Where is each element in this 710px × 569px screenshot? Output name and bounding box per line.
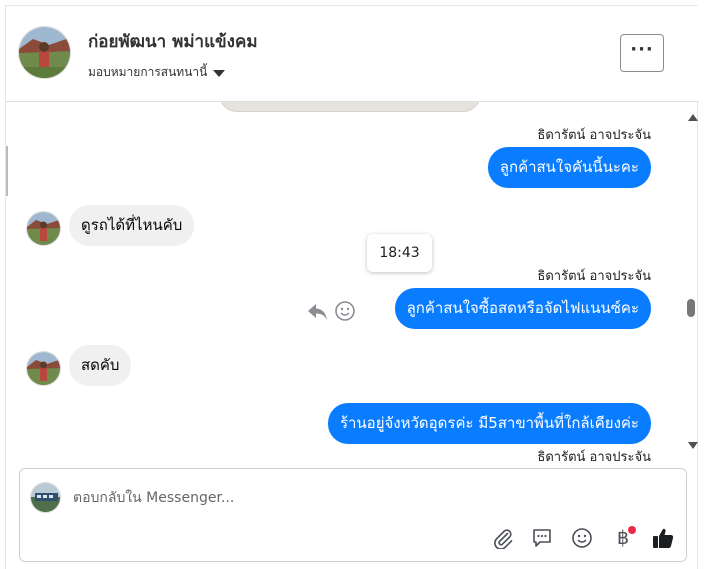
emoji-button[interactable] [569,525,595,551]
contact-avatar[interactable] [18,26,71,79]
notification-dot [628,526,636,534]
paperclip-icon [494,529,513,549]
like-button[interactable] [650,525,676,551]
contact-name[interactable]: ก่อยพัฒนา พม่าแข้งคม [88,28,258,55]
incoming-message[interactable]: สดคับ [69,345,132,386]
sender-name: ธิดารัตน์ อาจประจัน [537,128,651,143]
reply-composer: ฿ [19,468,687,562]
contact-avatar-small [26,351,61,386]
more-options-button[interactable]: ··· [620,34,664,72]
sender-name: ธิดารัตน์ อาจประจัน [537,269,651,284]
saved-reply-icon [533,529,551,547]
scroll-up-arrow-icon[interactable] [688,114,698,121]
reply-input[interactable] [73,487,663,509]
scrollbar-thumb[interactable] [687,299,695,317]
outgoing-message[interactable]: ลูกค้าสนใจคันนี้นะคะ [487,147,651,188]
scroll-down-arrow-icon[interactable] [688,442,698,449]
timestamp-tooltip: 18:43 [367,234,432,272]
reply-icon[interactable] [306,301,330,323]
saved-reply-button[interactable] [529,525,555,551]
conversation-panel: ก่อยพัฒนา พม่าแข้งคม มอบหมายการสนทนานี้ … [5,5,699,569]
conversation-header: ก่อยพัฒนา พม่าแข้งคม มอบหมายการสนทนานี้ … [6,6,699,102]
assign-conversation-dropdown[interactable]: มอบหมายการสนทนานี้ [88,63,226,82]
outgoing-message[interactable]: ลูกค้าสนใจซื้อสดหรือจัดไฟแนนซ์คะ [394,288,651,329]
page-avatar [30,482,61,513]
thread-scrollbar[interactable] [686,102,699,464]
assign-label: มอบหมายการสนทนานี้ [88,65,208,79]
caret-down-icon [213,70,226,77]
payment-button[interactable]: ฿ [610,525,636,551]
shared-image-attachment[interactable] [219,102,481,112]
more-options-icon: ··· [630,39,654,60]
sender-name: ธิดารัตน์ อาจประจัน [537,450,651,464]
incoming-message[interactable]: ดูรถได้ที่ไหนคับ [69,205,195,246]
react-emoji-icon[interactable] [334,300,356,322]
attach-file-button[interactable] [490,525,516,551]
outgoing-message[interactable]: ร้านอยู่จังหวัดอุดรค่ะ มี5สาขาพื้นที่ใกล… [327,403,651,444]
thumbs-up-icon [653,528,674,548]
message-thread: ธิดารัตน์ อาจประจัน ลูกค้าสนใจคันนี้นะคะ… [6,102,699,464]
contact-avatar-small [26,211,61,246]
emoji-icon [572,528,592,548]
